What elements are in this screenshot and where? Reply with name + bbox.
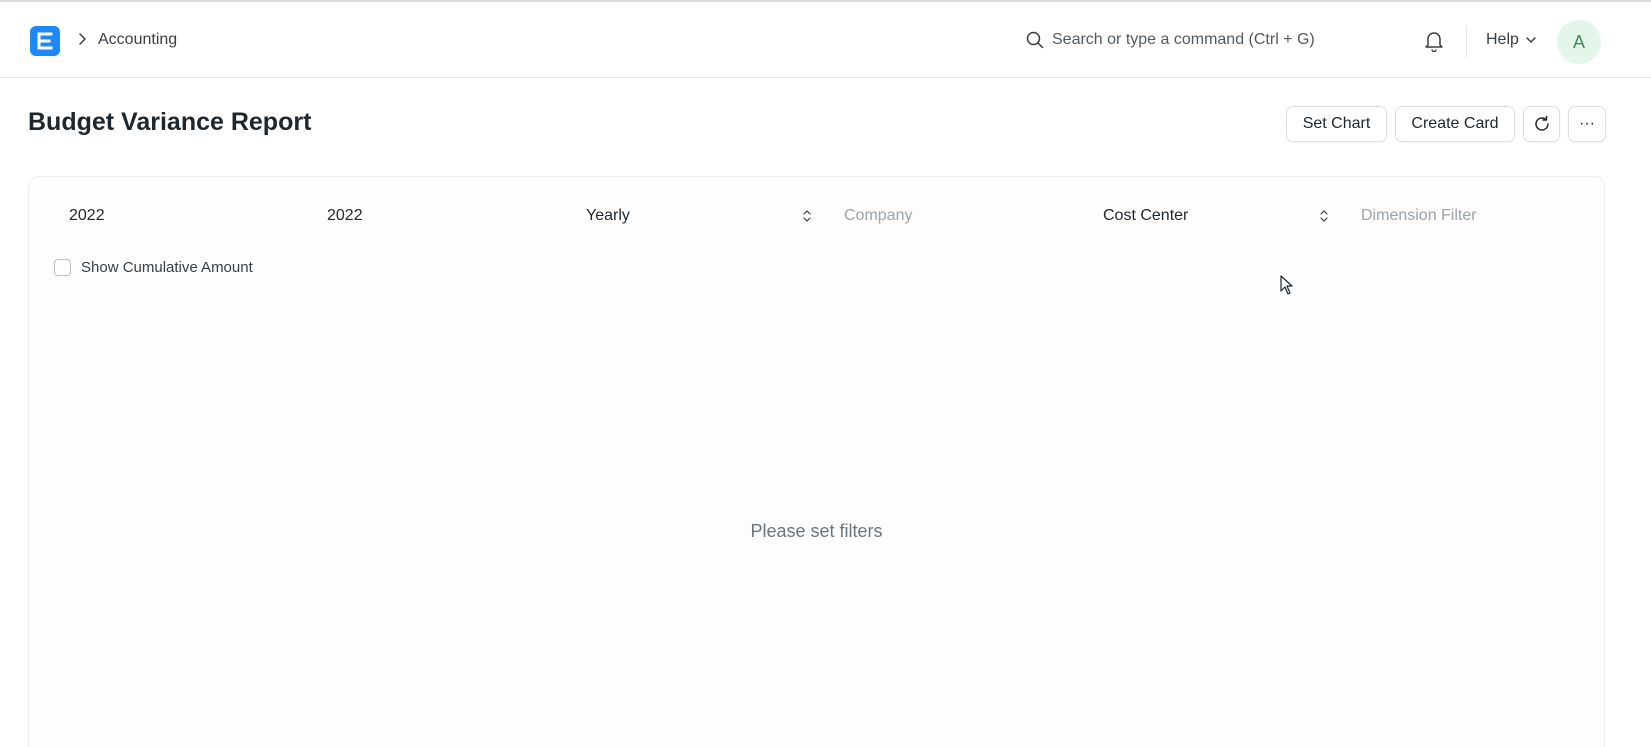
chevron-down-icon: [1526, 37, 1536, 44]
chevron-right-icon: [79, 33, 86, 45]
empty-state-message: Please set filters: [750, 521, 883, 541]
page-title: Budget Variance Report: [28, 108, 312, 136]
show-cumulative-checkbox[interactable]: [54, 259, 71, 276]
to-fiscal-year-value: 2022: [327, 207, 363, 224]
select-arrows-icon: [803, 210, 811, 222]
avatar[interactable]: A: [1557, 20, 1601, 64]
dimension-filter[interactable]: Dimension Filter: [1361, 199, 1591, 233]
refresh-button[interactable]: [1523, 106, 1560, 142]
budget-against-select[interactable]: Cost Center: [1103, 199, 1333, 233]
create-card-button[interactable]: Create Card: [1395, 106, 1515, 142]
from-fiscal-year-filter[interactable]: 2022: [69, 199, 299, 233]
app-logo-icon[interactable]: [30, 26, 60, 56]
set-chart-button[interactable]: Set Chart: [1286, 106, 1387, 142]
show-cumulative-row[interactable]: Show Cumulative Amount: [54, 259, 253, 276]
navbar-divider: [1466, 26, 1467, 58]
select-arrows-icon: [1320, 210, 1328, 222]
budget-against-value: Cost Center: [1103, 207, 1189, 224]
company-filter[interactable]: Company: [844, 199, 1074, 233]
breadcrumb-accounting[interactable]: Accounting: [98, 31, 177, 49]
dimension-placeholder: Dimension Filter: [1361, 207, 1477, 224]
period-value: Yearly: [586, 207, 630, 224]
search-input[interactable]: [1052, 24, 1372, 56]
company-placeholder: Company: [844, 207, 913, 224]
navbar: Accounting Help A: [0, 0, 1651, 78]
from-fiscal-year-value: 2022: [69, 207, 105, 224]
to-fiscal-year-filter[interactable]: 2022: [327, 199, 557, 233]
report-panel: 2022 2022 Yearly Company Cost Center Dim…: [28, 176, 1605, 747]
mouse-cursor-icon: [1280, 275, 1293, 295]
search-icon: [1026, 31, 1044, 49]
more-options-button[interactable]: ···: [1568, 106, 1606, 142]
period-select[interactable]: Yearly: [586, 199, 816, 233]
help-dropdown[interactable]: Help: [1486, 31, 1537, 49]
bell-icon[interactable]: [1424, 30, 1444, 52]
show-cumulative-label: Show Cumulative Amount: [81, 259, 253, 276]
refresh-icon: [1534, 115, 1549, 131]
help-label: Help: [1486, 31, 1519, 48]
